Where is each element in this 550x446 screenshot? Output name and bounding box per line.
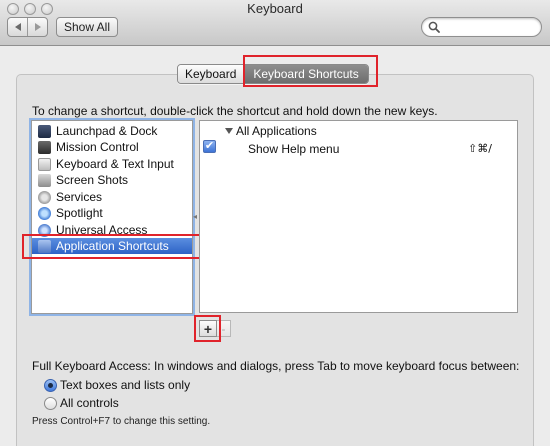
category-label: Screen Shots <box>56 173 129 187</box>
search-icon <box>428 21 440 33</box>
radio-button[interactable] <box>44 396 57 410</box>
back-button[interactable] <box>8 18 27 36</box>
radio-label: Text boxes and lists only <box>60 378 191 392</box>
screenshot-icon <box>38 173 51 187</box>
category-label: Keyboard & Text Input <box>56 157 174 171</box>
window-toolbar: Keyboard Show All <box>0 0 550 46</box>
gear-icon <box>38 190 51 204</box>
radio-button[interactable] <box>44 378 57 392</box>
radio-all-controls[interactable]: All controls <box>44 396 119 410</box>
forward-button[interactable] <box>27 18 47 36</box>
hint-text: Press Control+F7 to change this setting. <box>32 416 211 427</box>
spotlight-icon <box>38 206 51 220</box>
instruction-text: To change a shortcut, double-click the s… <box>32 104 438 118</box>
category-label: Mission Control <box>56 140 139 154</box>
tab-keyboard[interactable]: Keyboard <box>178 65 245 83</box>
category-launchpad-dock[interactable]: Launchpad & Dock <box>32 123 192 139</box>
full-keyboard-access-label: Full Keyboard Access: In windows and dia… <box>32 359 520 373</box>
radio-label: All controls <box>60 396 119 410</box>
checkmark-icon: ✔ <box>204 140 215 152</box>
disclosure-triangle-icon[interactable] <box>225 128 233 134</box>
window-title: Keyboard <box>247 1 303 16</box>
category-spotlight[interactable]: Spotlight <box>32 205 192 221</box>
shortcut-name[interactable]: Show Help menu <box>248 142 339 156</box>
shortcut-keys[interactable]: ⇧⌘/ <box>468 142 492 155</box>
category-label: Services <box>56 190 103 204</box>
highlight-annotation <box>243 55 378 87</box>
chevron-right-icon <box>34 23 41 31</box>
category-services[interactable]: Services <box>32 189 192 205</box>
group-all-applications[interactable]: All Applications <box>225 124 317 138</box>
chevron-left-icon <box>14 23 21 31</box>
highlight-annotation <box>194 315 221 342</box>
category-label: Launchpad & Dock <box>56 124 158 138</box>
radio-text-boxes-lists[interactable]: Text boxes and lists only <box>44 378 190 392</box>
mission-control-icon <box>38 140 51 154</box>
category-screen-shots[interactable]: Screen Shots <box>32 172 192 188</box>
category-keyboard-text-input[interactable]: Keyboard & Text Input <box>32 156 192 172</box>
highlight-annotation <box>22 234 204 259</box>
back-forward-buttons <box>7 17 48 37</box>
category-list[interactable]: Launchpad & Dock Mission Control Keyboar… <box>31 120 193 314</box>
keyboard-icon <box>38 157 51 171</box>
pane-splitter[interactable]: ◂ <box>193 212 197 221</box>
show-help-menu-checkbox[interactable]: ✔ <box>203 140 216 153</box>
launchpad-icon <box>38 124 51 138</box>
show-all-button[interactable]: Show All <box>56 17 118 37</box>
group-label: All Applications <box>236 124 317 138</box>
search-input[interactable] <box>421 17 542 37</box>
category-mission-control[interactable]: Mission Control <box>32 139 192 155</box>
category-label: Spotlight <box>56 206 103 220</box>
